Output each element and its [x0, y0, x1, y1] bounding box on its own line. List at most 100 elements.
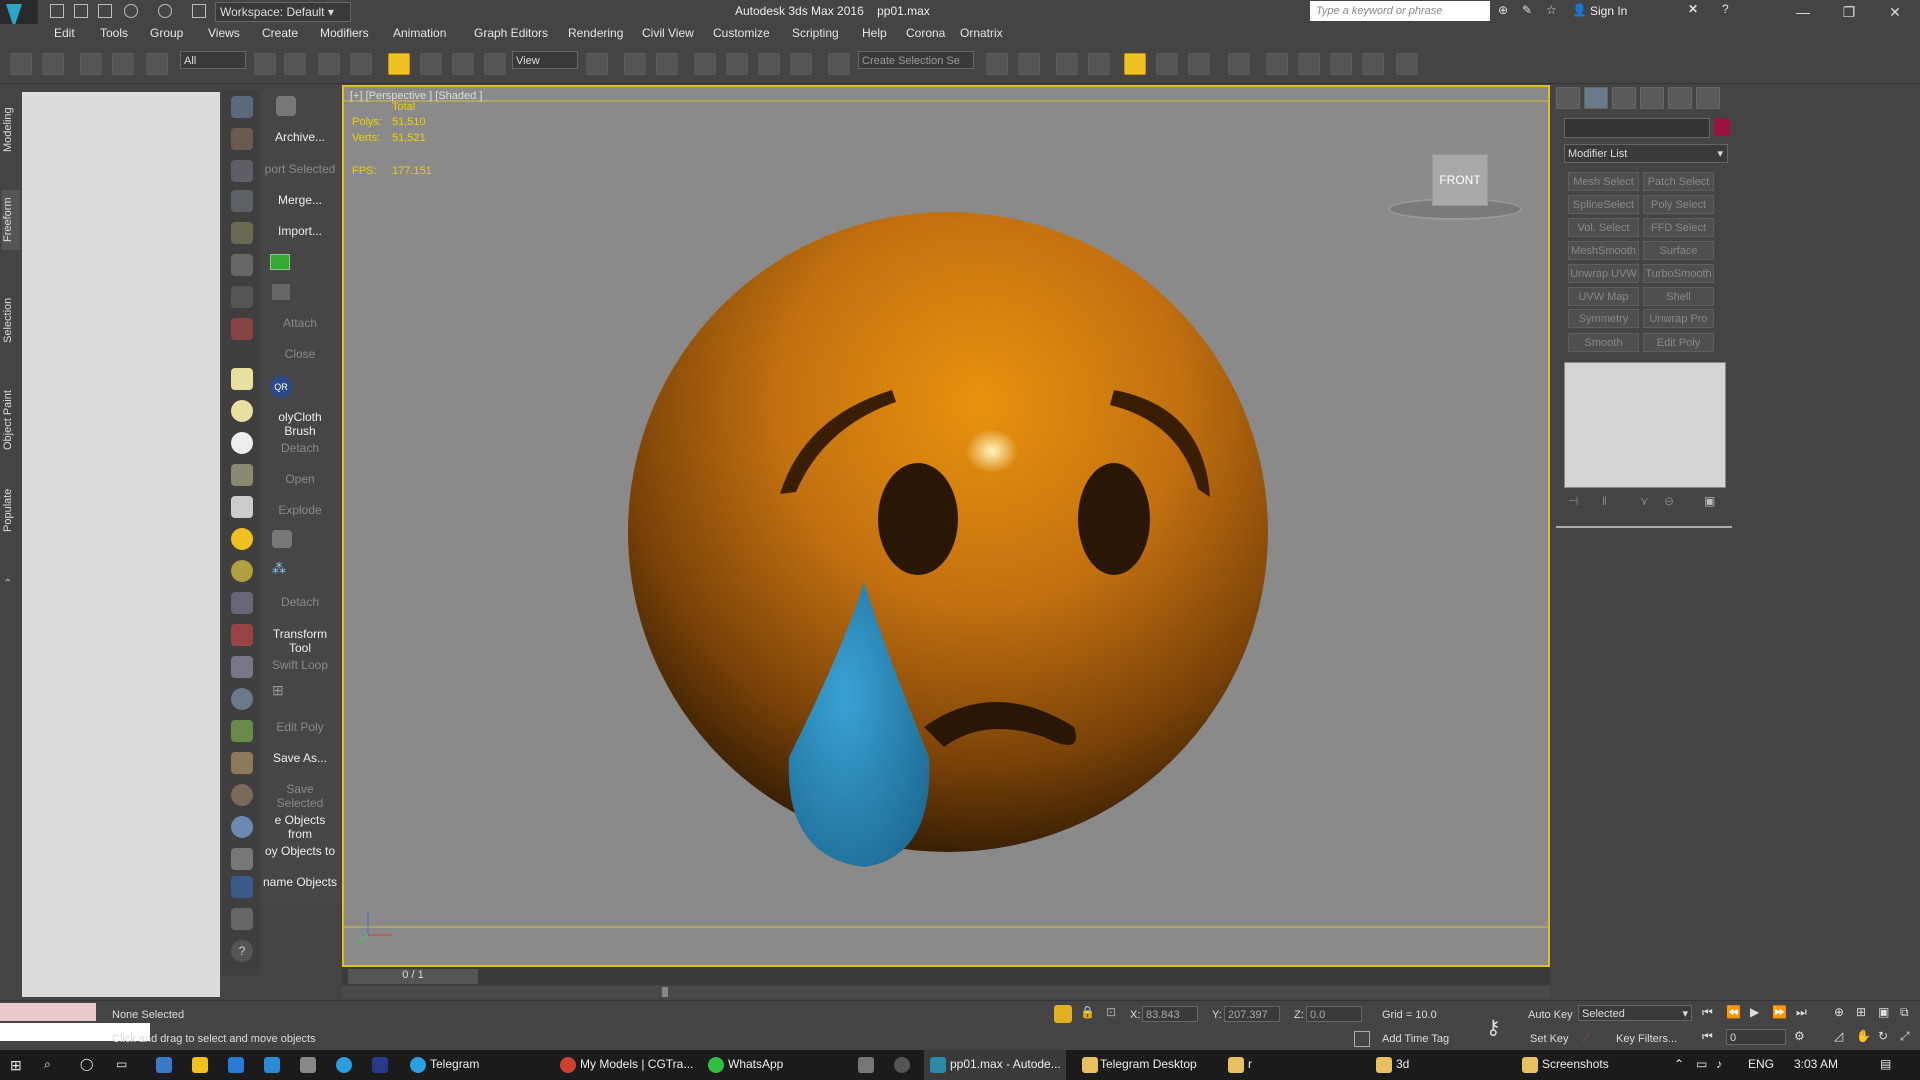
layer-explorer-button[interactable] [1056, 53, 1078, 75]
menu-tools[interactable]: Tools [100, 26, 128, 40]
render-in-cloud-button[interactable] [1396, 53, 1418, 75]
taskbar-cgtrader[interactable]: My Models | CGTra... [580, 1057, 693, 1071]
export-selected-button[interactable]: port Selected [262, 162, 338, 176]
menu-civil-view[interactable]: Civil View [642, 26, 694, 40]
tool-icon-2[interactable] [231, 128, 253, 150]
taskbar-3dsmax[interactable]: pp01.max - Autode... [950, 1057, 1061, 1071]
qr-icon[interactable]: QR [270, 376, 292, 398]
workspace-dropdown[interactable]: Workspace: Default ▾ [215, 2, 351, 22]
keyboard-shortcut-button[interactable] [656, 53, 678, 75]
notifications-icon[interactable]: ▤ [1880, 1057, 1891, 1071]
time-configuration-icon[interactable]: ⚙ [1794, 1029, 1805, 1043]
open-file-icon[interactable] [74, 4, 88, 18]
folder-icon-2[interactable] [1082, 1057, 1098, 1073]
taskbar-3d[interactable]: 3d [1396, 1057, 1409, 1071]
copy-objects-to-button[interactable]: oy Objects to [262, 844, 338, 858]
clock[interactable]: 3:03 AM [1794, 1057, 1838, 1071]
menu-customize[interactable]: Customize [713, 26, 770, 40]
close-button[interactable]: Close [262, 347, 338, 361]
undo-button[interactable] [10, 53, 32, 75]
folder-icon-3[interactable] [1228, 1057, 1244, 1073]
rename-objects-button[interactable]: name Objects [262, 875, 338, 889]
lock-selection-icon[interactable]: 🔒 [1080, 1005, 1095, 1019]
zoom-all-icon[interactable]: ⊞ [1856, 1005, 1866, 1019]
taskbar-whatsapp[interactable]: WhatsApp [728, 1057, 783, 1071]
orbit-icon[interactable]: ↻ [1878, 1029, 1888, 1043]
render-setup-button[interactable] [1266, 53, 1288, 75]
align-button[interactable] [1018, 53, 1040, 75]
viewcube[interactable]: FRONT [1432, 154, 1488, 206]
absolute-mode-icon[interactable]: ⊡ [1106, 1005, 1116, 1019]
named-selection-dropdown[interactable]: Create Selection Se [858, 51, 974, 69]
mod-surface-select[interactable]: Surface Select [1643, 241, 1714, 276]
tool-icon-23[interactable] [231, 816, 253, 838]
hierarchy-tab-icon[interactable] [1612, 87, 1636, 109]
motion-tab-icon[interactable] [1640, 87, 1664, 109]
help-search-input[interactable]: Type a keyword or phrase [1310, 1, 1490, 21]
window-crossing-button[interactable] [350, 53, 372, 75]
schematic-view-button[interactable] [1188, 53, 1210, 75]
save-icon[interactable] [98, 4, 112, 18]
folder-icon-5[interactable] [1522, 1057, 1538, 1073]
tool-icon-18[interactable] [231, 656, 253, 678]
calculator-icon[interactable] [156, 1057, 172, 1073]
tab-selection[interactable]: Selection [2, 290, 20, 350]
attach-button[interactable]: Attach [262, 316, 338, 330]
tool-icon-26[interactable] [231, 908, 253, 930]
menu-scripting[interactable]: Scripting [792, 26, 839, 40]
mirror-button[interactable] [986, 53, 1008, 75]
task-view-icon[interactable]: ▭ [116, 1057, 127, 1071]
object-name-field[interactable] [1564, 118, 1710, 138]
tab-object-paint[interactable]: Object Paint [2, 380, 20, 460]
mod-unwrap-pro[interactable]: Unwrap Pro [1643, 309, 1714, 328]
mod-turbosmooth[interactable]: TurboSmooth [1643, 264, 1714, 283]
volume-icon[interactable]: ♪ [1716, 1057, 1722, 1071]
maximize-viewport-icon[interactable]: ⤢ [1900, 1029, 1910, 1044]
display-tab-icon[interactable] [1668, 87, 1692, 109]
exchange-icon[interactable]: ✕ [1688, 2, 1698, 16]
edit-poly-button[interactable]: Edit Poly [262, 720, 338, 734]
import-button[interactable]: Import... [262, 224, 338, 238]
selection-filter-dropdown[interactable]: All [180, 51, 246, 69]
x-coord-field[interactable]: 83.843 [1142, 1006, 1198, 1022]
tool-icon-5[interactable] [231, 222, 253, 244]
track-bar-handle[interactable] [662, 987, 668, 997]
minimize-icon[interactable]: — [1788, 2, 1818, 22]
save-selected-button[interactable]: Save Selected [262, 782, 338, 810]
unlink-button[interactable] [112, 53, 134, 75]
network-icon[interactable]: ▭ [1696, 1057, 1707, 1071]
menu-group[interactable]: Group [150, 26, 183, 40]
default-in-out-tangent-icon[interactable]: ⟋ [1582, 1031, 1590, 1046]
close-icon[interactable]: ✕ [1880, 2, 1910, 22]
select-rotate-button[interactable] [420, 53, 442, 75]
mod-mesh-select[interactable]: Mesh Select [1568, 172, 1639, 191]
menu-modifiers[interactable]: Modifiers [320, 26, 369, 40]
mod-edit-poly[interactable]: Edit Poly [1643, 333, 1714, 352]
telegram-icon[interactable] [410, 1057, 426, 1073]
cortana-icon[interactable]: ◯ [80, 1057, 93, 1071]
render-iterative-button[interactable] [1362, 53, 1384, 75]
tool-icon-16[interactable] [231, 592, 253, 614]
tray-chevron-icon[interactable]: ⌃ [1674, 1057, 1684, 1071]
search-icon[interactable]: ⌕ [44, 1057, 51, 1072]
user-icon[interactable]: 👤 [1572, 3, 1587, 17]
previous-frame-icon[interactable]: ⏪ [1726, 1005, 1741, 1019]
menu-help[interactable]: Help [862, 26, 887, 40]
key-mode-dropdown[interactable]: Selected ▾ [1578, 1005, 1692, 1021]
placement-button[interactable] [484, 53, 506, 75]
tool-icon-7[interactable] [231, 286, 253, 308]
tool-icon-25[interactable] [231, 876, 253, 898]
tool-icon-17[interactable] [231, 624, 253, 646]
polycloth-brush-button[interactable]: olyCloth Brush [262, 410, 338, 438]
material-editor-button[interactable] [1228, 53, 1250, 75]
next-frame-icon[interactable]: ⏩ [1772, 1005, 1787, 1019]
tool-icon-20[interactable] [231, 720, 253, 742]
time-slider[interactable]: 0 / 1 [342, 967, 1550, 985]
merge-button[interactable]: Merge... [262, 193, 338, 207]
mod-uvw-map[interactable]: UVW Map [1568, 287, 1639, 306]
modify-tab-icon[interactable] [1584, 87, 1608, 109]
menu-graph-editors[interactable]: Graph Editors [474, 26, 548, 40]
play-icon[interactable]: ▶ [1750, 1005, 1759, 1019]
tool-icon-8[interactable] [231, 318, 253, 340]
communication-icon[interactable]: ✎ [1522, 3, 1532, 17]
